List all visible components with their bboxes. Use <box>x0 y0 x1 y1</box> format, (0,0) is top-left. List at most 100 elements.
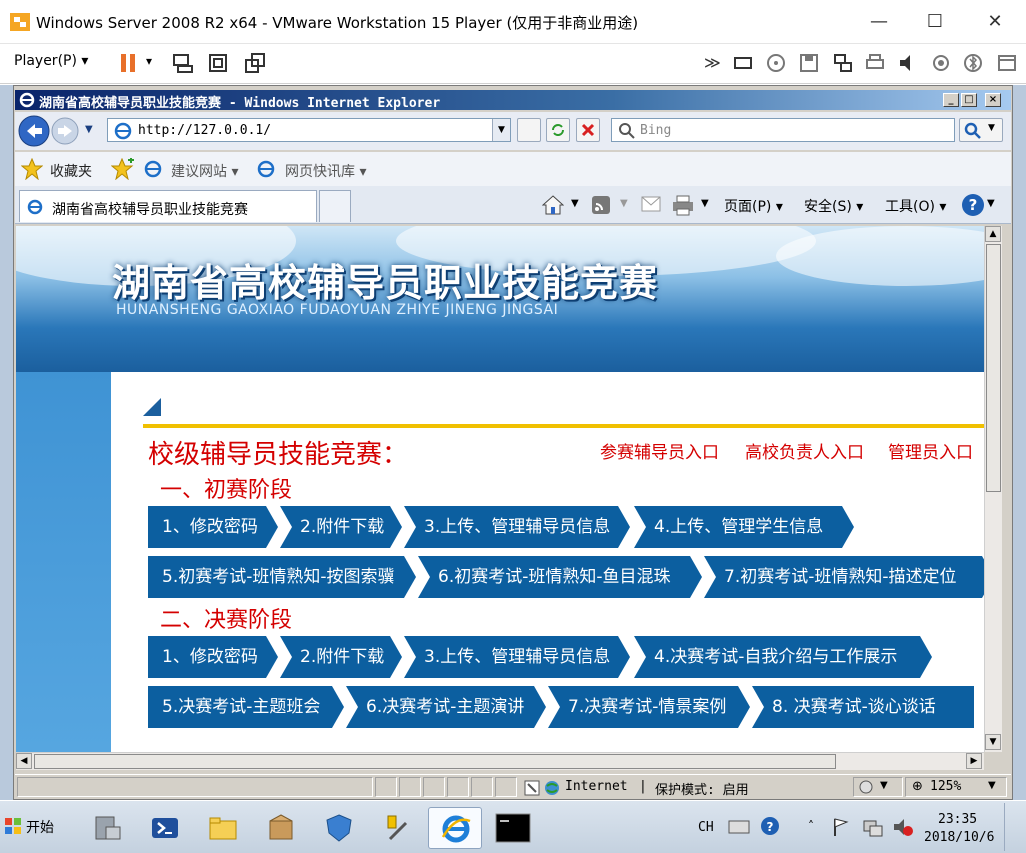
taskbar-command-prompt-icon[interactable] <box>486 807 540 849</box>
safety-menu[interactable]: 安全(S) ▾ <box>804 196 863 216</box>
ime-help-icon[interactable]: ? <box>760 816 780 836</box>
send-ctrl-alt-del-icon[interactable] <box>172 52 194 74</box>
tab-current[interactable]: 湖南省高校辅导员职业技能竞赛 <box>19 190 317 222</box>
print-dropdown-icon[interactable]: ▼ <box>701 198 709 209</box>
stage2-change-password-button[interactable]: 1、修改密码 <box>148 636 278 678</box>
help-icon[interactable]: ? <box>961 193 985 217</box>
participant-entry-link[interactable]: 参赛辅导员入口 <box>600 438 719 463</box>
more-devices-icon[interactable]: ≫ <box>704 53 721 72</box>
stage2-exam-heart-talk-button[interactable]: 8. 决赛考试-谈心谈话 <box>752 686 974 728</box>
scroll-left-icon[interactable]: ◀ <box>16 753 32 769</box>
unity-icon[interactable] <box>244 52 266 74</box>
stage1-download-attachments-button[interactable]: 2.附件下载 <box>280 506 402 548</box>
school-admin-entry-link[interactable]: 高校负责人入口 <box>745 438 864 463</box>
pause-icon[interactable] <box>118 52 140 74</box>
home-icon[interactable] <box>542 194 564 216</box>
fullscreen-icon[interactable] <box>207 52 229 74</box>
stage2-download-attachments-button[interactable]: 2.附件下载 <box>280 636 402 678</box>
favorites-button[interactable]: 收藏夹 <box>50 161 92 181</box>
home-dropdown-icon[interactable]: ▼ <box>571 198 579 209</box>
suggested-sites-link[interactable]: 建议网站 ▾ <box>171 161 238 181</box>
network-adapter-icon[interactable] <box>832 52 854 74</box>
print-icon[interactable] <box>671 194 695 216</box>
feeds-dropdown-icon[interactable]: ▼ <box>620 198 628 209</box>
compatibility-view-button[interactable] <box>517 118 541 142</box>
clock-time[interactable]: 23:35 <box>938 812 977 827</box>
zone-settings-icon[interactable] <box>858 779 874 795</box>
hard-disk-icon[interactable] <box>732 52 754 74</box>
floppy-icon[interactable] <box>798 52 820 74</box>
clock-date[interactable]: 2018/10/6 <box>924 830 994 845</box>
taskbar-tools-icon[interactable] <box>370 807 424 849</box>
add-favorites-icon[interactable] <box>111 158 135 180</box>
ie-close-button[interactable]: × <box>985 93 1001 107</box>
zoom-control[interactable]: ⊕ 125% ▼ <box>905 777 1007 797</box>
taskbar-powershell-icon[interactable] <box>138 807 192 849</box>
favorites-star-icon[interactable] <box>21 158 43 180</box>
back-icon[interactable] <box>18 115 50 147</box>
pause-dropdown-icon[interactable]: ▾ <box>146 54 152 68</box>
stage1-manage-student-info-button[interactable]: 4.上传、管理学生信息 <box>634 506 854 548</box>
scroll-up-icon[interactable]: ▲ <box>985 226 1001 242</box>
stage2-exam-self-intro-button[interactable]: 4.决赛考试-自我介绍与工作展示 <box>634 636 932 678</box>
input-language-indicator[interactable]: CH <box>698 820 714 835</box>
horizontal-scrollbar[interactable]: ◀ ▶ <box>16 752 984 770</box>
forward-icon[interactable] <box>51 117 79 145</box>
sound-card-icon[interactable] <box>897 52 919 74</box>
administrator-entry-link[interactable]: 管理员入口 <box>888 438 973 463</box>
manage-addons-icon[interactable] <box>523 779 541 797</box>
search-box[interactable]: Bing <box>611 118 955 142</box>
volume-muted-icon[interactable] <box>892 817 914 837</box>
taskbar-installer-icon[interactable] <box>254 807 308 849</box>
read-mail-icon[interactable] <box>641 196 661 212</box>
zone-settings-dropdown-icon[interactable]: ▼ <box>880 780 888 791</box>
printer-icon[interactable] <box>864 52 886 74</box>
stage2-exam-speech-button[interactable]: 6.决赛考试-主题演讲 <box>346 686 546 728</box>
stage2-manage-counselor-info-button[interactable]: 3.上传、管理辅导员信息 <box>404 636 630 678</box>
taskbar-internet-explorer-icon[interactable] <box>428 807 482 849</box>
stage1-manage-counselor-info-button[interactable]: 3.上传、管理辅导员信息 <box>404 506 630 548</box>
bluetooth-icon[interactable] <box>962 52 984 74</box>
feeds-icon[interactable] <box>591 195 611 215</box>
taskbar-network-icon[interactable] <box>312 807 366 849</box>
page-menu[interactable]: 页面(P) ▾ <box>724 196 783 216</box>
refresh-button[interactable] <box>546 118 570 142</box>
maximize-button[interactable]: ☐ <box>918 8 952 36</box>
stage2-exam-class-meeting-button[interactable]: 5.决赛考试-主题班会 <box>148 686 344 728</box>
cd-drive-icon[interactable] <box>765 52 787 74</box>
horizontal-scroll-thumb[interactable] <box>34 754 836 769</box>
minimize-button[interactable]: — <box>862 8 896 36</box>
vertical-scrollbar[interactable]: ▲ ▼ <box>984 226 1002 752</box>
search-button[interactable]: ▼ <box>959 118 1003 142</box>
keyboard-icon[interactable] <box>728 818 750 836</box>
stop-button[interactable] <box>576 118 600 142</box>
zoom-dropdown-icon[interactable]: ▼ <box>988 780 996 791</box>
address-bar[interactable]: http://127.0.0.1/ ▼ <box>107 118 511 142</box>
vertical-scroll-thumb[interactable] <box>986 244 1001 492</box>
usb-device-icon[interactable] <box>930 52 952 74</box>
address-text[interactable]: http://127.0.0.1/ <box>138 123 271 138</box>
address-dropdown-icon[interactable]: ▼ <box>492 119 510 141</box>
tools-menu[interactable]: 工具(O) ▾ <box>885 196 946 216</box>
stage2-exam-case-scenario-button[interactable]: 7.决赛考试-情景案例 <box>548 686 750 728</box>
scroll-down-icon[interactable]: ▼ <box>985 734 1001 750</box>
stage1-exam-spot-the-fake-button[interactable]: 6.初赛考试-班情熟知-鱼目混珠 <box>418 556 702 598</box>
show-desktop-button[interactable] <box>1004 803 1024 851</box>
action-center-flag-icon[interactable] <box>832 817 850 837</box>
recent-pages-dropdown-icon[interactable]: ▼ <box>85 124 93 135</box>
scroll-right-icon[interactable]: ▶ <box>966 753 982 769</box>
ie-maximize-button[interactable]: □ <box>961 93 977 107</box>
ie-minimize-button[interactable]: _ <box>943 93 959 107</box>
stage1-exam-describe-locate-button[interactable]: 7.初赛考试-班情熟知-描述定位 <box>704 556 984 598</box>
taskbar-explorer-icon[interactable] <box>196 807 250 849</box>
taskbar-server-manager-icon[interactable] <box>80 807 134 849</box>
web-slice-gallery-link[interactable]: 网页快讯库 ▾ <box>285 161 366 181</box>
player-menu[interactable]: Player(P) ▾ <box>14 53 88 69</box>
help-dropdown-icon[interactable]: ▼ <box>987 198 995 209</box>
close-button[interactable]: ✕ <box>978 8 1012 36</box>
stage1-exam-image-search-button[interactable]: 5.初赛考试-班情熟知-按图索骥 <box>148 556 416 598</box>
message-log-icon[interactable] <box>996 52 1018 74</box>
show-hidden-icons-icon[interactable]: ˄ <box>808 819 814 833</box>
stage1-change-password-button[interactable]: 1、修改密码 <box>148 506 278 548</box>
new-tab-button[interactable] <box>319 190 351 222</box>
